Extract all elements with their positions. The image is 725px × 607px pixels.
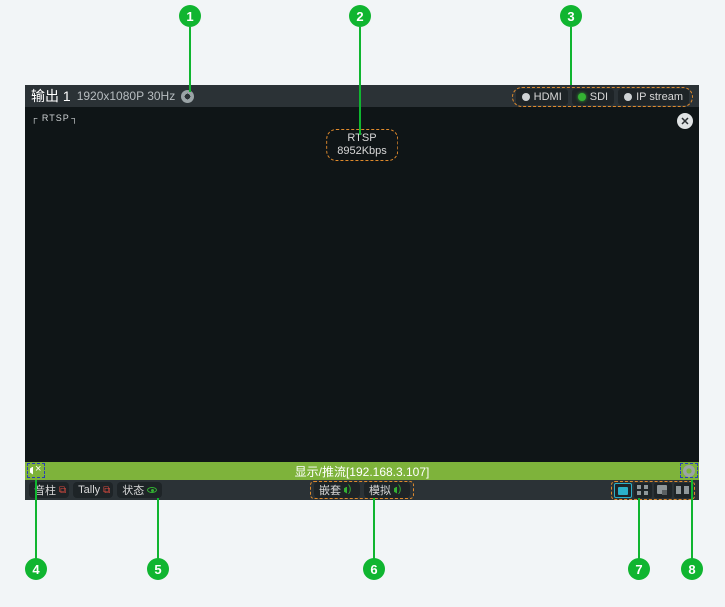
- toggle-label: 状态: [122, 482, 144, 498]
- io-sdi-button[interactable]: SDI: [572, 89, 614, 105]
- io-label: IP stream: [636, 91, 683, 103]
- status-dot-icon: [624, 93, 632, 101]
- stream-status-text: 显示/推流[192.168.3.107]: [295, 463, 430, 480]
- output-resolution: 1920x1080P 30Hz: [77, 89, 176, 103]
- io-output-group: HDMI SDI IP stream: [512, 87, 693, 107]
- callout-6: 6: [363, 558, 385, 580]
- callout-line: [570, 27, 572, 85]
- callout-line: [35, 480, 37, 560]
- eye-icon: [147, 487, 157, 493]
- stream-config-button[interactable]: [680, 463, 698, 478]
- status-dot-icon: [522, 93, 530, 101]
- tally-toggle[interactable]: Tally ⧉: [73, 482, 113, 498]
- output-title: 输出 1: [31, 86, 71, 106]
- io-ipstream-button[interactable]: IP stream: [618, 89, 689, 105]
- status-dot-icon: [578, 93, 586, 101]
- callout-line: [638, 498, 640, 560]
- callout-3: 3: [560, 5, 582, 27]
- embedded-audio-button[interactable]: 嵌套: [314, 482, 360, 498]
- speaker-icon: [344, 485, 355, 496]
- header-bar: 输出 1 1920x1080P 30Hz HDMI SDI IP stream: [25, 85, 699, 107]
- callout-line: [189, 27, 191, 92]
- io-label: SDI: [590, 91, 608, 103]
- io-label: HDMI: [534, 91, 562, 103]
- output-panel: 输出 1 1920x1080P 30Hz HDMI SDI IP stream …: [25, 85, 699, 500]
- callout-line: [359, 27, 361, 135]
- toggle-label: Tally: [78, 484, 100, 496]
- stream-protocol: RTSP: [337, 132, 387, 145]
- link-off-icon: ⧉: [59, 485, 64, 496]
- callout-1: 1: [179, 5, 201, 27]
- corner-protocol-tag: RTSP: [31, 113, 79, 123]
- callout-line: [157, 498, 159, 560]
- layout-single-button[interactable]: [614, 483, 632, 498]
- stream-bitrate: 8952Kbps: [337, 145, 387, 158]
- layout-mode-group: [611, 481, 695, 500]
- callout-8: 8: [681, 558, 703, 580]
- settings-gear-icon[interactable]: [181, 90, 194, 103]
- audio-source-group: 嵌套 模拟: [310, 481, 414, 499]
- audio-label: 嵌套: [319, 482, 341, 498]
- layout-sbs-button[interactable]: [674, 483, 692, 498]
- callout-line: [373, 498, 375, 560]
- layout-pip-button[interactable]: [654, 483, 672, 498]
- callout-7: 7: [628, 558, 650, 580]
- audio-label: 模拟: [369, 482, 391, 498]
- callout-line: [691, 480, 693, 560]
- speaker-muted-icon: [30, 465, 42, 477]
- callout-2: 2: [349, 5, 371, 27]
- speaker-icon: [394, 485, 405, 496]
- mute-toggle[interactable]: [27, 463, 45, 478]
- io-hdmi-button[interactable]: HDMI: [516, 89, 568, 105]
- analog-audio-button[interactable]: 模拟: [364, 482, 410, 498]
- close-icon: ✕: [680, 115, 689, 128]
- video-preview: RTSP ✕ RTSP 8952Kbps: [25, 107, 699, 462]
- callout-5: 5: [147, 558, 169, 580]
- callout-4: 4: [25, 558, 47, 580]
- close-button[interactable]: ✕: [677, 113, 693, 129]
- link-off-icon: ⧉: [103, 485, 108, 496]
- status-toggle[interactable]: 状态: [117, 482, 162, 498]
- bottom-toolbar: 音柱 ⧉ Tally ⧉ 状态 嵌套 模拟: [25, 480, 699, 500]
- gear-icon: [683, 465, 695, 477]
- stream-status-bar: 显示/推流[192.168.3.107]: [25, 462, 699, 480]
- toggle-label: 音柱: [34, 482, 56, 498]
- layout-quad-button[interactable]: [634, 483, 652, 498]
- stream-info-badge: RTSP 8952Kbps: [326, 129, 398, 161]
